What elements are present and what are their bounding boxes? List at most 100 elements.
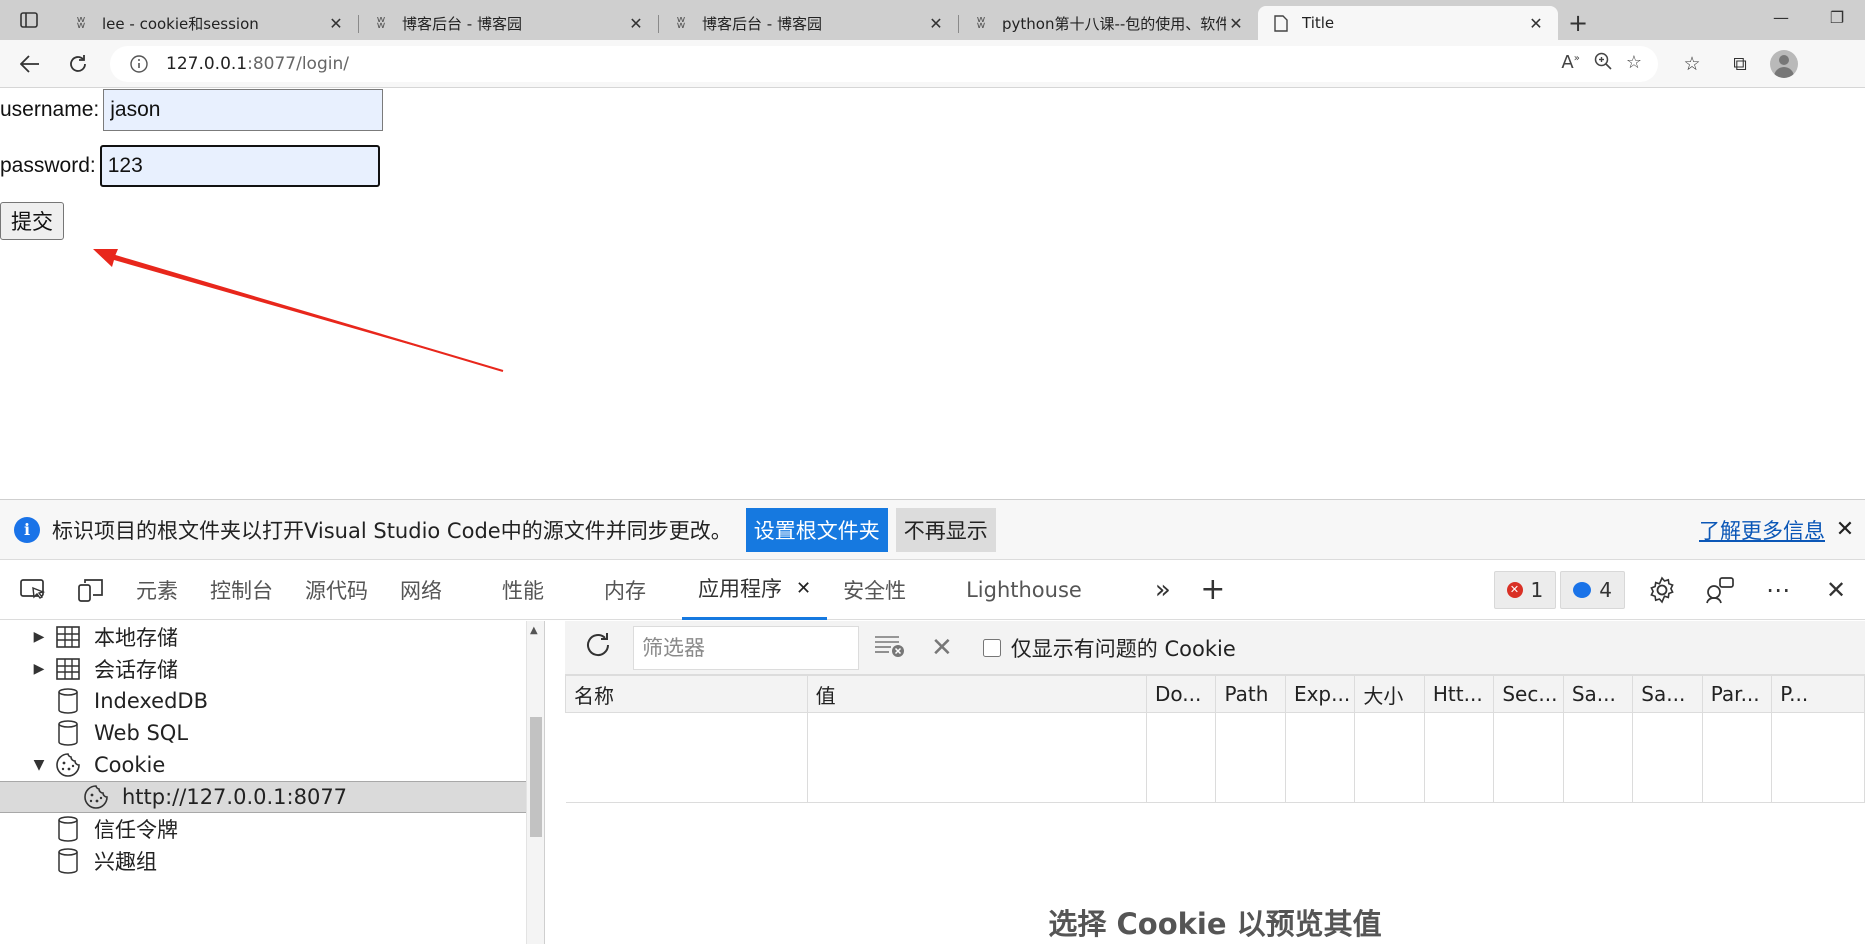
message-count-badge[interactable]: 4	[1560, 570, 1625, 609]
table-icon	[50, 626, 86, 648]
browser-tab[interactable]: ʬ python第十八课--包的使用、软件 ✕	[958, 6, 1258, 40]
refresh-cookies-icon[interactable]	[583, 630, 613, 665]
tab-application[interactable]: 应用程序 ✕	[682, 560, 828, 620]
read-aloud-icon[interactable]: A»	[1561, 52, 1579, 75]
column-header-size[interactable]: 大小	[1354, 675, 1425, 713]
clear-all-cookies-icon[interactable]: ✕	[931, 633, 953, 663]
tab-sources[interactable]: 源代码	[289, 560, 384, 620]
maximize-icon[interactable]: ❐	[1809, 0, 1865, 34]
issue-badges: ✕ 1 4	[1493, 570, 1625, 609]
annotation-arrow	[93, 249, 504, 372]
site-info-icon[interactable]	[126, 51, 152, 77]
new-tab-button[interactable]: +	[1558, 6, 1598, 40]
add-favorite-icon[interactable]: ☆	[1626, 52, 1642, 75]
devtools-tab-bar: 元素 控制台 源代码 网络 性能 内存 应用程序 ✕ 安全性 Lighthous…	[0, 560, 1865, 620]
collapse-caret-icon[interactable]: ▼	[28, 757, 50, 773]
error-count: 1	[1530, 577, 1544, 602]
tab-actions-button[interactable]	[0, 0, 58, 40]
more-options-icon[interactable]: ⋯	[1749, 560, 1807, 620]
column-header-expires[interactable]: Exp...	[1284, 675, 1356, 713]
profile-avatar[interactable]	[1770, 49, 1798, 78]
sidebar-item-label: http://127.0.0.1:8077	[122, 785, 348, 809]
expand-caret-icon[interactable]: ▶	[28, 661, 50, 677]
sidebar-scrollbar[interactable]: ▲	[526, 621, 544, 944]
column-header-sameparty[interactable]: Sa...	[1632, 675, 1703, 713]
sidebar-item-interest-groups[interactable]: 兴趣组	[0, 845, 544, 877]
minimize-icon[interactable]: —	[1753, 0, 1809, 34]
browser-tab[interactable]: ʬ 博客后台 - 博客园 ✕	[658, 6, 958, 40]
cookie-panel: ✕ 仅显示有问题的 Cookie 名称 值 Do... Path Exp... …	[565, 621, 1865, 944]
column-header-domain[interactable]: Do...	[1146, 675, 1217, 713]
tab-close-icon[interactable]: ✕	[326, 14, 346, 33]
expand-caret-icon[interactable]: ▶	[28, 629, 50, 645]
tab-console[interactable]: 控制台	[194, 560, 289, 620]
sidebar-item-trust-tokens[interactable]: 信任令牌	[0, 813, 544, 845]
favorites-icon[interactable]: ☆	[1672, 53, 1712, 75]
column-header-secure[interactable]: Sec...	[1493, 675, 1564, 713]
sidebar-item-session-storage[interactable]: ▶ 会话存储	[0, 653, 544, 685]
back-arrow-icon	[20, 54, 39, 73]
learn-more-link[interactable]: 了解更多信息	[1699, 515, 1825, 545]
browser-tab[interactable]: ʬ lee - cookie和session ✕	[58, 6, 358, 40]
column-header-path[interactable]: Path	[1215, 675, 1286, 713]
tab-close-icon[interactable]: ✕	[1226, 14, 1246, 33]
tab-title: lee - cookie和session	[102, 14, 259, 33]
sidebar-item-cookie[interactable]: ▼ Cookie	[0, 749, 544, 781]
tab-network[interactable]: 网络	[384, 560, 486, 620]
infobar-close-icon[interactable]: ✕	[1825, 517, 1865, 542]
message-count: 4	[1599, 577, 1612, 602]
scroll-up-icon[interactable]: ▲	[530, 625, 538, 636]
issues-only-checkbox[interactable]	[982, 638, 1001, 657]
column-header-name[interactable]: 名称	[565, 675, 808, 713]
tab-performance[interactable]: 性能	[486, 560, 588, 620]
device-emulation-icon[interactable]	[62, 560, 120, 620]
tab-close-icon[interactable]: ✕	[926, 14, 946, 33]
collections-icon[interactable]: ⧉	[1720, 53, 1760, 75]
tab-memory[interactable]: 内存	[588, 560, 682, 620]
url-host: 127.0.0.1	[166, 53, 248, 74]
tab-close-icon[interactable]: ✕	[1526, 14, 1546, 33]
tab-elements[interactable]: 元素	[120, 560, 194, 620]
refresh-button[interactable]	[54, 44, 102, 84]
column-header-samesite[interactable]: Sa...	[1562, 675, 1634, 713]
tab-title: 博客后台 - 博客园	[402, 14, 522, 33]
sidebar-item-label: 兴趣组	[94, 850, 157, 874]
scrollbar-thumb[interactable]	[530, 717, 542, 837]
dont-show-again-button[interactable]: 不再显示	[895, 507, 996, 552]
refresh-icon	[70, 54, 86, 72]
tab-security[interactable]: 安全性	[827, 560, 950, 620]
back-button[interactable]	[6, 44, 54, 84]
more-tabs-icon[interactable]: »	[1138, 575, 1188, 605]
inspect-element-icon[interactable]	[4, 560, 62, 620]
close-devtools-icon[interactable]: ✕	[1807, 560, 1865, 620]
error-count-badge[interactable]: ✕ 1	[1493, 570, 1557, 609]
browser-tab-active[interactable]: Title ✕	[1258, 6, 1558, 40]
add-tool-icon[interactable]: +	[1188, 572, 1238, 607]
sidebar-item-local-storage[interactable]: ▶ 本地存储	[0, 621, 544, 653]
application-sidebar: ▶ 本地存储 ▶ 会话存储 IndexedDB Web SQL ▼ Cookie…	[0, 621, 545, 944]
cookie-filter-input[interactable]	[633, 625, 859, 670]
page-favicon-icon	[1270, 14, 1292, 32]
sidebar-item-label: Cookie	[94, 753, 166, 777]
feedback-icon[interactable]	[1691, 560, 1749, 620]
tab-close-icon[interactable]: ✕	[626, 14, 646, 33]
tab-close-icon[interactable]: ✕	[796, 578, 811, 599]
tab-lighthouse[interactable]: Lighthouse	[950, 560, 1098, 620]
zoom-icon[interactable]	[1594, 52, 1612, 75]
column-header-partition-key[interactable]: Par...	[1701, 675, 1773, 713]
cookie-icon	[78, 784, 114, 810]
window-controls: — ❐	[1753, 0, 1865, 34]
column-header-httponly[interactable]: Htt...	[1423, 675, 1495, 713]
address-bar[interactable]: 127.0.0.1:8077/login/ A» ☆	[110, 45, 1658, 82]
column-header-priority[interactable]: P...	[1771, 675, 1865, 713]
sidebar-item-label: Web SQL	[94, 721, 189, 745]
set-root-folder-button[interactable]: 设置根文件夹	[745, 507, 888, 552]
column-header-value[interactable]: 值	[806, 675, 1148, 713]
sidebar-item-web-sql[interactable]: Web SQL	[0, 717, 544, 749]
browser-tab[interactable]: ʬ 博客后台 - 博客园 ✕	[358, 6, 658, 40]
settings-gear-icon[interactable]	[1633, 560, 1691, 620]
sidebar-item-cookie-origin[interactable]: http://127.0.0.1:8077	[0, 781, 544, 813]
sidebar-item-indexeddb[interactable]: IndexedDB	[0, 685, 544, 717]
clear-filtered-cookies-icon[interactable]	[873, 632, 905, 663]
sidebar-item-label: IndexedDB	[94, 689, 208, 713]
